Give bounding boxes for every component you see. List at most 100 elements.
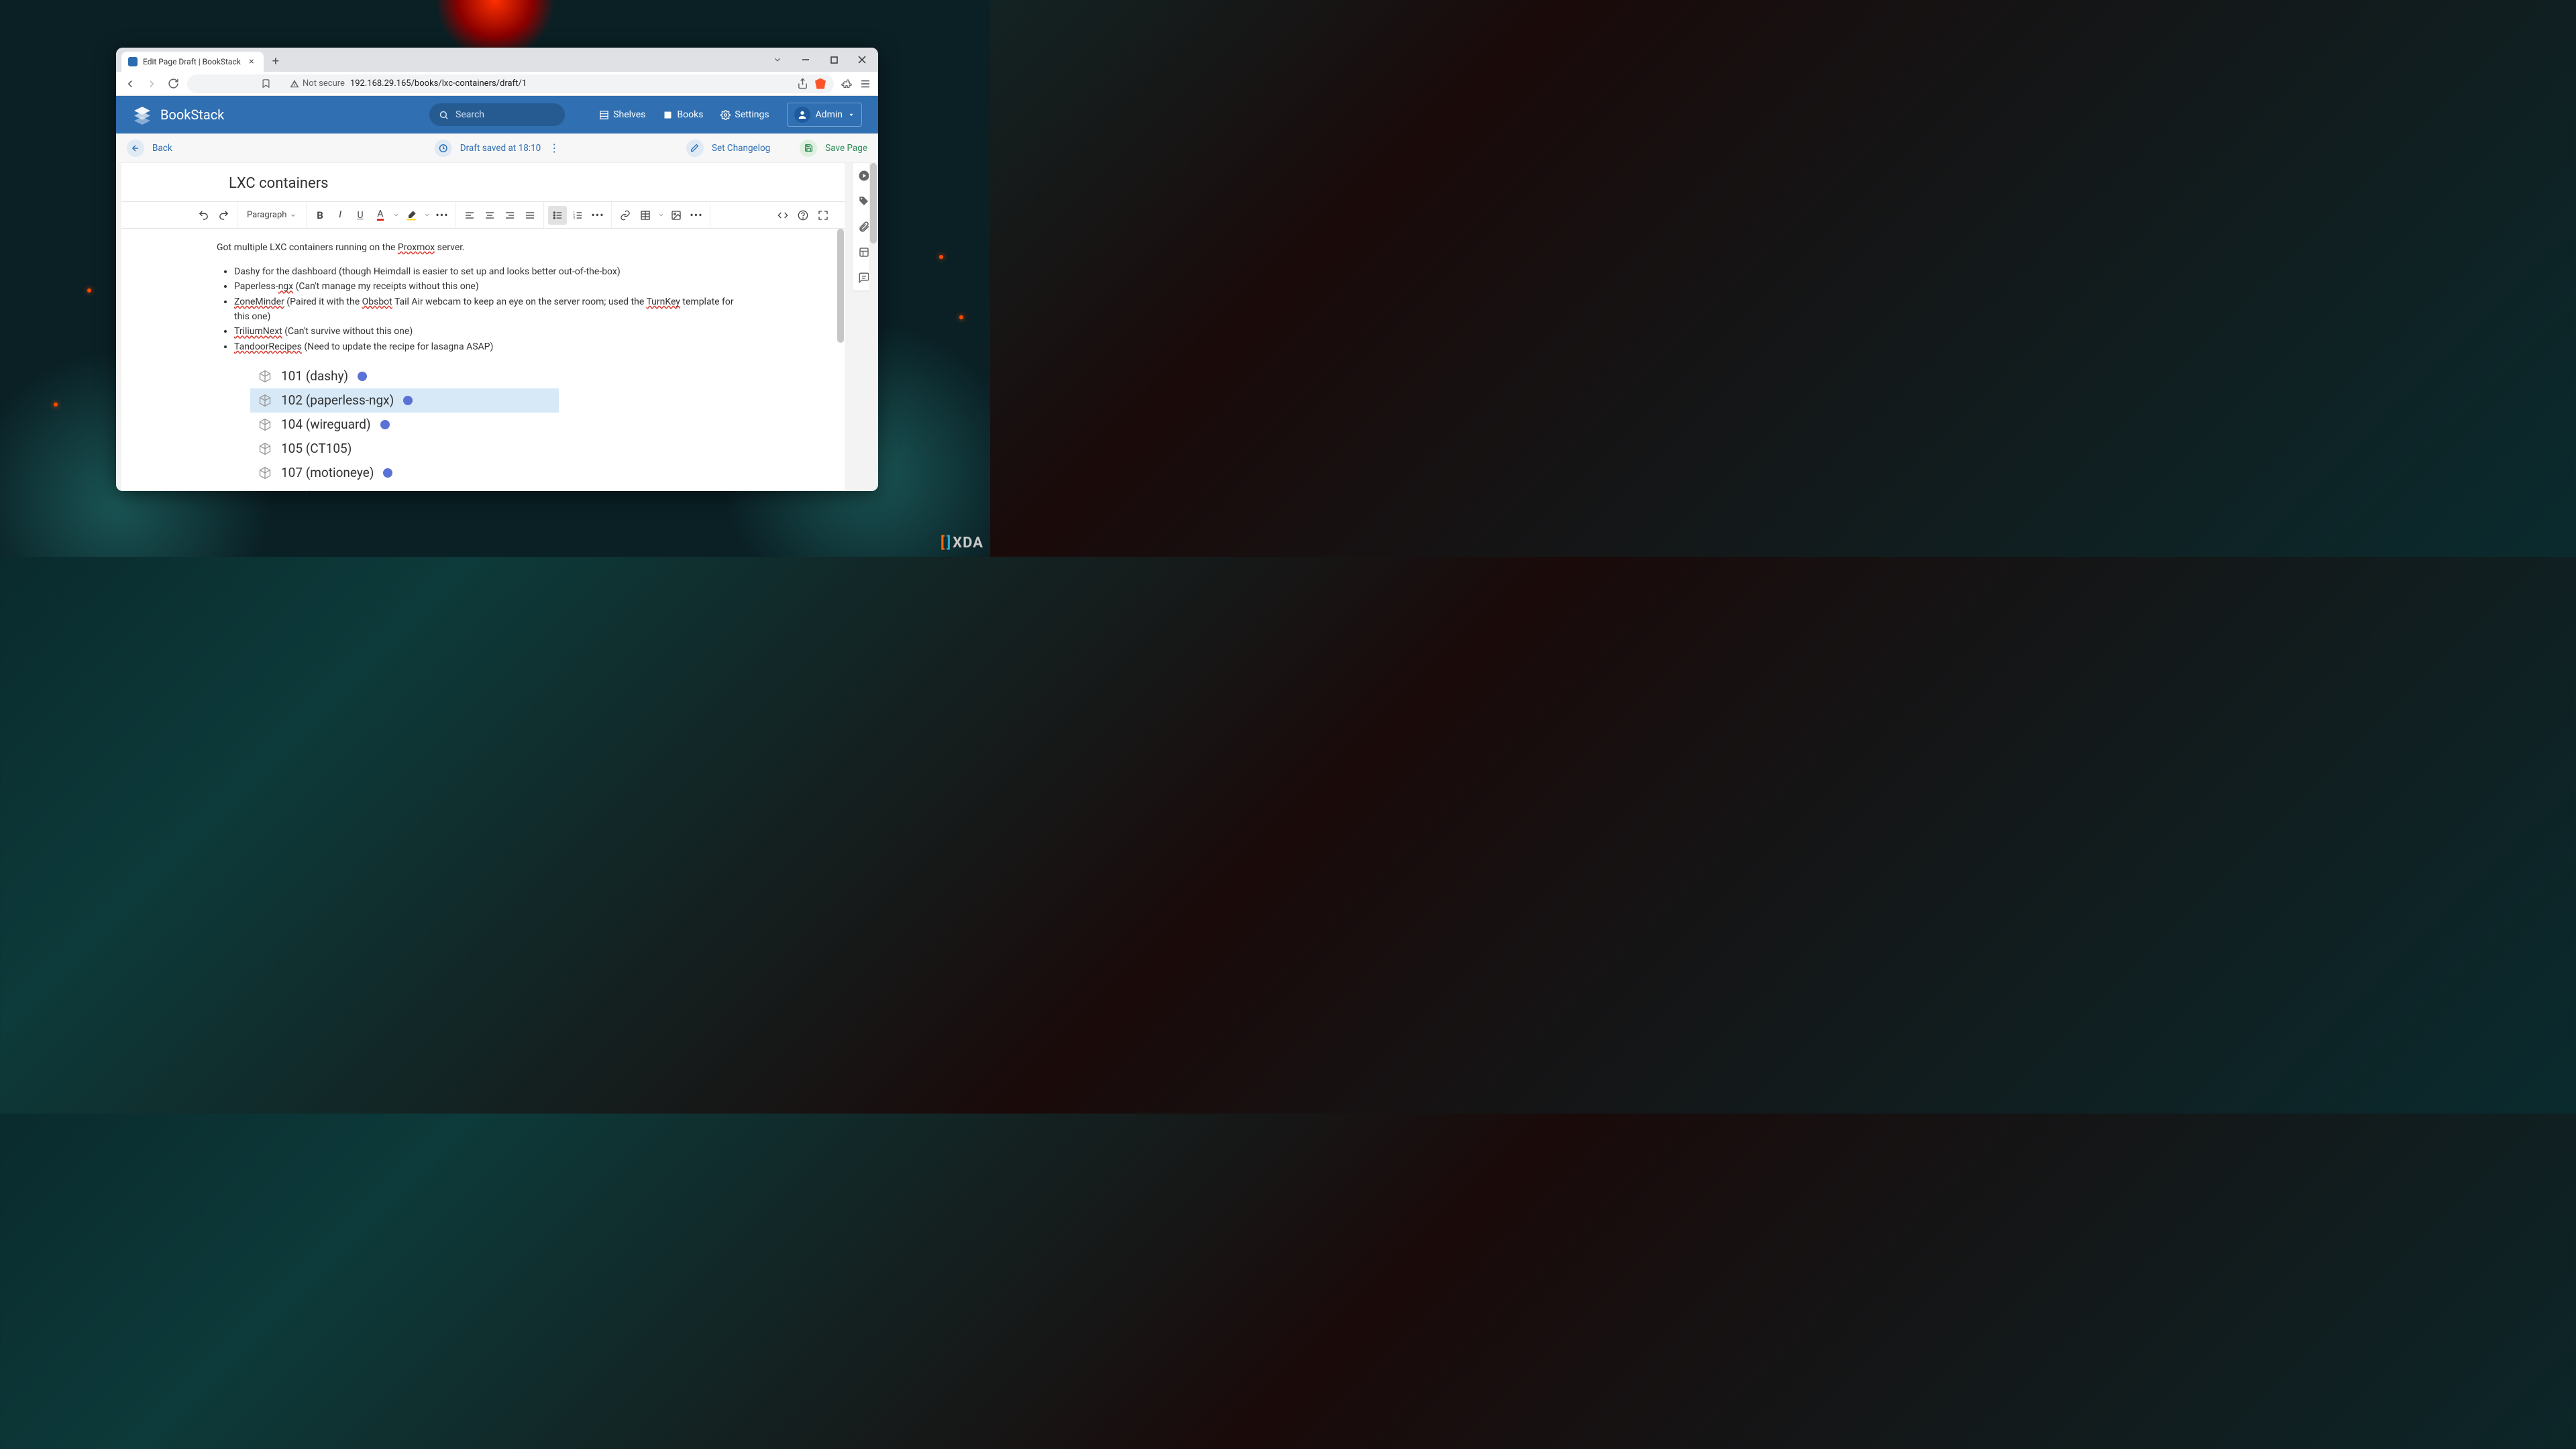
container-row: 107 (motioneye) (250, 461, 559, 485)
page-title-input[interactable]: LXC containers (121, 163, 845, 202)
page-action-bar: Back Draft saved at 18:10 ⋮ Set Changelo… (116, 133, 878, 163)
bold-button[interactable]: B (311, 206, 329, 225)
align-left-button[interactable] (460, 206, 479, 225)
nav-settings[interactable]: Settings (720, 109, 769, 120)
url-text: 192.168.29.165/books/lxc-containers/draf… (350, 78, 527, 89)
warning-icon (290, 79, 299, 89)
content-area: LXC containers Paragraph B I U (116, 163, 878, 491)
avatar-icon (794, 107, 810, 123)
underline-button[interactable]: U (351, 206, 370, 225)
back-link[interactable]: Back (152, 143, 172, 154)
table-menu[interactable] (656, 206, 665, 225)
reload-button[interactable] (166, 76, 180, 91)
tab-title: Edit Page Draft | BookStack (143, 57, 241, 66)
user-menu[interactable]: Admin (787, 103, 862, 127)
block-format-select[interactable]: Paragraph (241, 206, 302, 225)
gear-icon (720, 110, 731, 120)
window-minimize-button[interactable] (792, 50, 819, 69)
text-color-menu[interactable] (391, 206, 400, 225)
text-color-button[interactable]: A (371, 206, 390, 225)
window-close-button[interactable] (849, 50, 875, 69)
more-insert-button[interactable]: ••• (687, 206, 706, 225)
security-label: Not secure (303, 78, 345, 89)
container-row: 102 (paperless-ngx) (250, 388, 559, 413)
container-screenshot-list: 101 (dashy)102 (paperless-ngx)104 (wireg… (250, 364, 737, 491)
editor-body[interactable]: Got multiple LXC containers running on t… (121, 229, 845, 491)
list-item: TriliumNext (Can't survive without this … (234, 325, 737, 339)
source-code-button[interactable] (773, 206, 792, 225)
table-button[interactable] (636, 206, 655, 225)
align-justify-button[interactable] (521, 206, 539, 225)
app-header: BookStack Search Shelves Books Settings (116, 96, 878, 133)
user-name: Admin (816, 109, 843, 120)
editor-toolbar: Paragraph B I U A ••• (121, 202, 845, 229)
editor-scrollbar[interactable] (837, 229, 845, 491)
link-button[interactable] (616, 206, 635, 225)
not-secure-indicator[interactable]: Not secure (290, 78, 345, 89)
caret-down-icon (848, 111, 855, 118)
highlight-menu[interactable] (422, 206, 431, 225)
page-scrollbar[interactable] (869, 163, 878, 491)
nav-forward-button[interactable] (144, 76, 159, 91)
redo-button[interactable] (214, 206, 233, 225)
align-center-button[interactable] (480, 206, 499, 225)
more-lists-button[interactable]: ••• (588, 206, 607, 225)
window-maximize-button[interactable] (820, 50, 847, 69)
container-row: 101 (dashy) (250, 364, 559, 388)
tab-strip: Edit Page Draft | BookStack × + (116, 48, 878, 72)
container-row: 109 (ansible) (250, 485, 559, 491)
list-item: TandoorRecipes (Need to update the recip… (234, 340, 737, 355)
menu-icon[interactable] (859, 78, 871, 90)
arrow-left-icon (131, 144, 140, 153)
highlight-button[interactable] (402, 206, 421, 225)
bullet-list-button[interactable] (548, 206, 567, 225)
back-button-icon[interactable] (127, 140, 144, 157)
search-input[interactable]: Search (429, 103, 565, 126)
nav-back-button[interactable] (123, 76, 138, 91)
app-name: BookStack (160, 107, 224, 123)
clock-icon (439, 144, 448, 153)
chevron-down-icon[interactable] (764, 50, 791, 69)
address-bar[interactable]: Not secure 192.168.29.165/books/lxc-cont… (187, 74, 834, 93)
draft-menu-icon[interactable]: ⋮ (549, 142, 559, 154)
intro-paragraph: Got multiple LXC containers running on t… (217, 241, 737, 256)
browser-window: Edit Page Draft | BookStack × + Not secu… (116, 48, 878, 491)
svg-text:3: 3 (573, 216, 575, 220)
nav-books[interactable]: Books (663, 109, 703, 120)
browser-tab[interactable]: Edit Page Draft | BookStack × (121, 52, 264, 72)
extensions-icon[interactable] (841, 78, 853, 90)
search-icon (439, 110, 449, 120)
more-formatting-button[interactable]: ••• (433, 206, 451, 225)
fullscreen-button[interactable] (814, 206, 833, 225)
draft-status-icon[interactable] (435, 140, 452, 157)
bookmark-icon[interactable] (261, 78, 271, 89)
changelog-icon-button[interactable] (686, 140, 704, 157)
help-button[interactable] (794, 206, 812, 225)
brave-shields-icon[interactable] (815, 78, 826, 89)
image-button[interactable] (667, 206, 686, 225)
bookstack-favicon (128, 57, 138, 66)
list-item: Paperless-ngx (Can't manage my receipts … (234, 280, 737, 294)
save-icon-button[interactable] (800, 140, 817, 157)
draft-status-text: Draft saved at 18:10 (460, 143, 541, 154)
close-tab-icon[interactable]: × (246, 56, 257, 67)
bullet-list: Dashy for the dashboard (though Heimdall… (234, 265, 737, 355)
ordered-list-button[interactable]: 123 (568, 206, 587, 225)
nav-shelves[interactable]: Shelves (599, 109, 645, 120)
new-tab-button[interactable]: + (266, 52, 285, 70)
undo-button[interactable] (194, 206, 213, 225)
align-right-button[interactable] (500, 206, 519, 225)
container-row: 105 (CT105) (250, 437, 559, 461)
address-bar-row: Not secure 192.168.29.165/books/lxc-cont… (116, 72, 878, 96)
bookstack-logo-icon (132, 105, 152, 125)
book-icon (663, 110, 673, 120)
list-item: Dashy for the dashboard (though Heimdall… (234, 265, 737, 280)
xda-watermark: []XDA (941, 535, 983, 551)
save-page-link[interactable]: Save Page (825, 143, 867, 154)
search-placeholder: Search (455, 109, 484, 120)
share-icon[interactable] (797, 78, 808, 89)
editor-card: LXC containers Paragraph B I U (121, 163, 845, 491)
app-logo[interactable]: BookStack (132, 105, 224, 125)
changelog-link[interactable]: Set Changelog (712, 143, 770, 154)
italic-button[interactable]: I (331, 206, 350, 225)
